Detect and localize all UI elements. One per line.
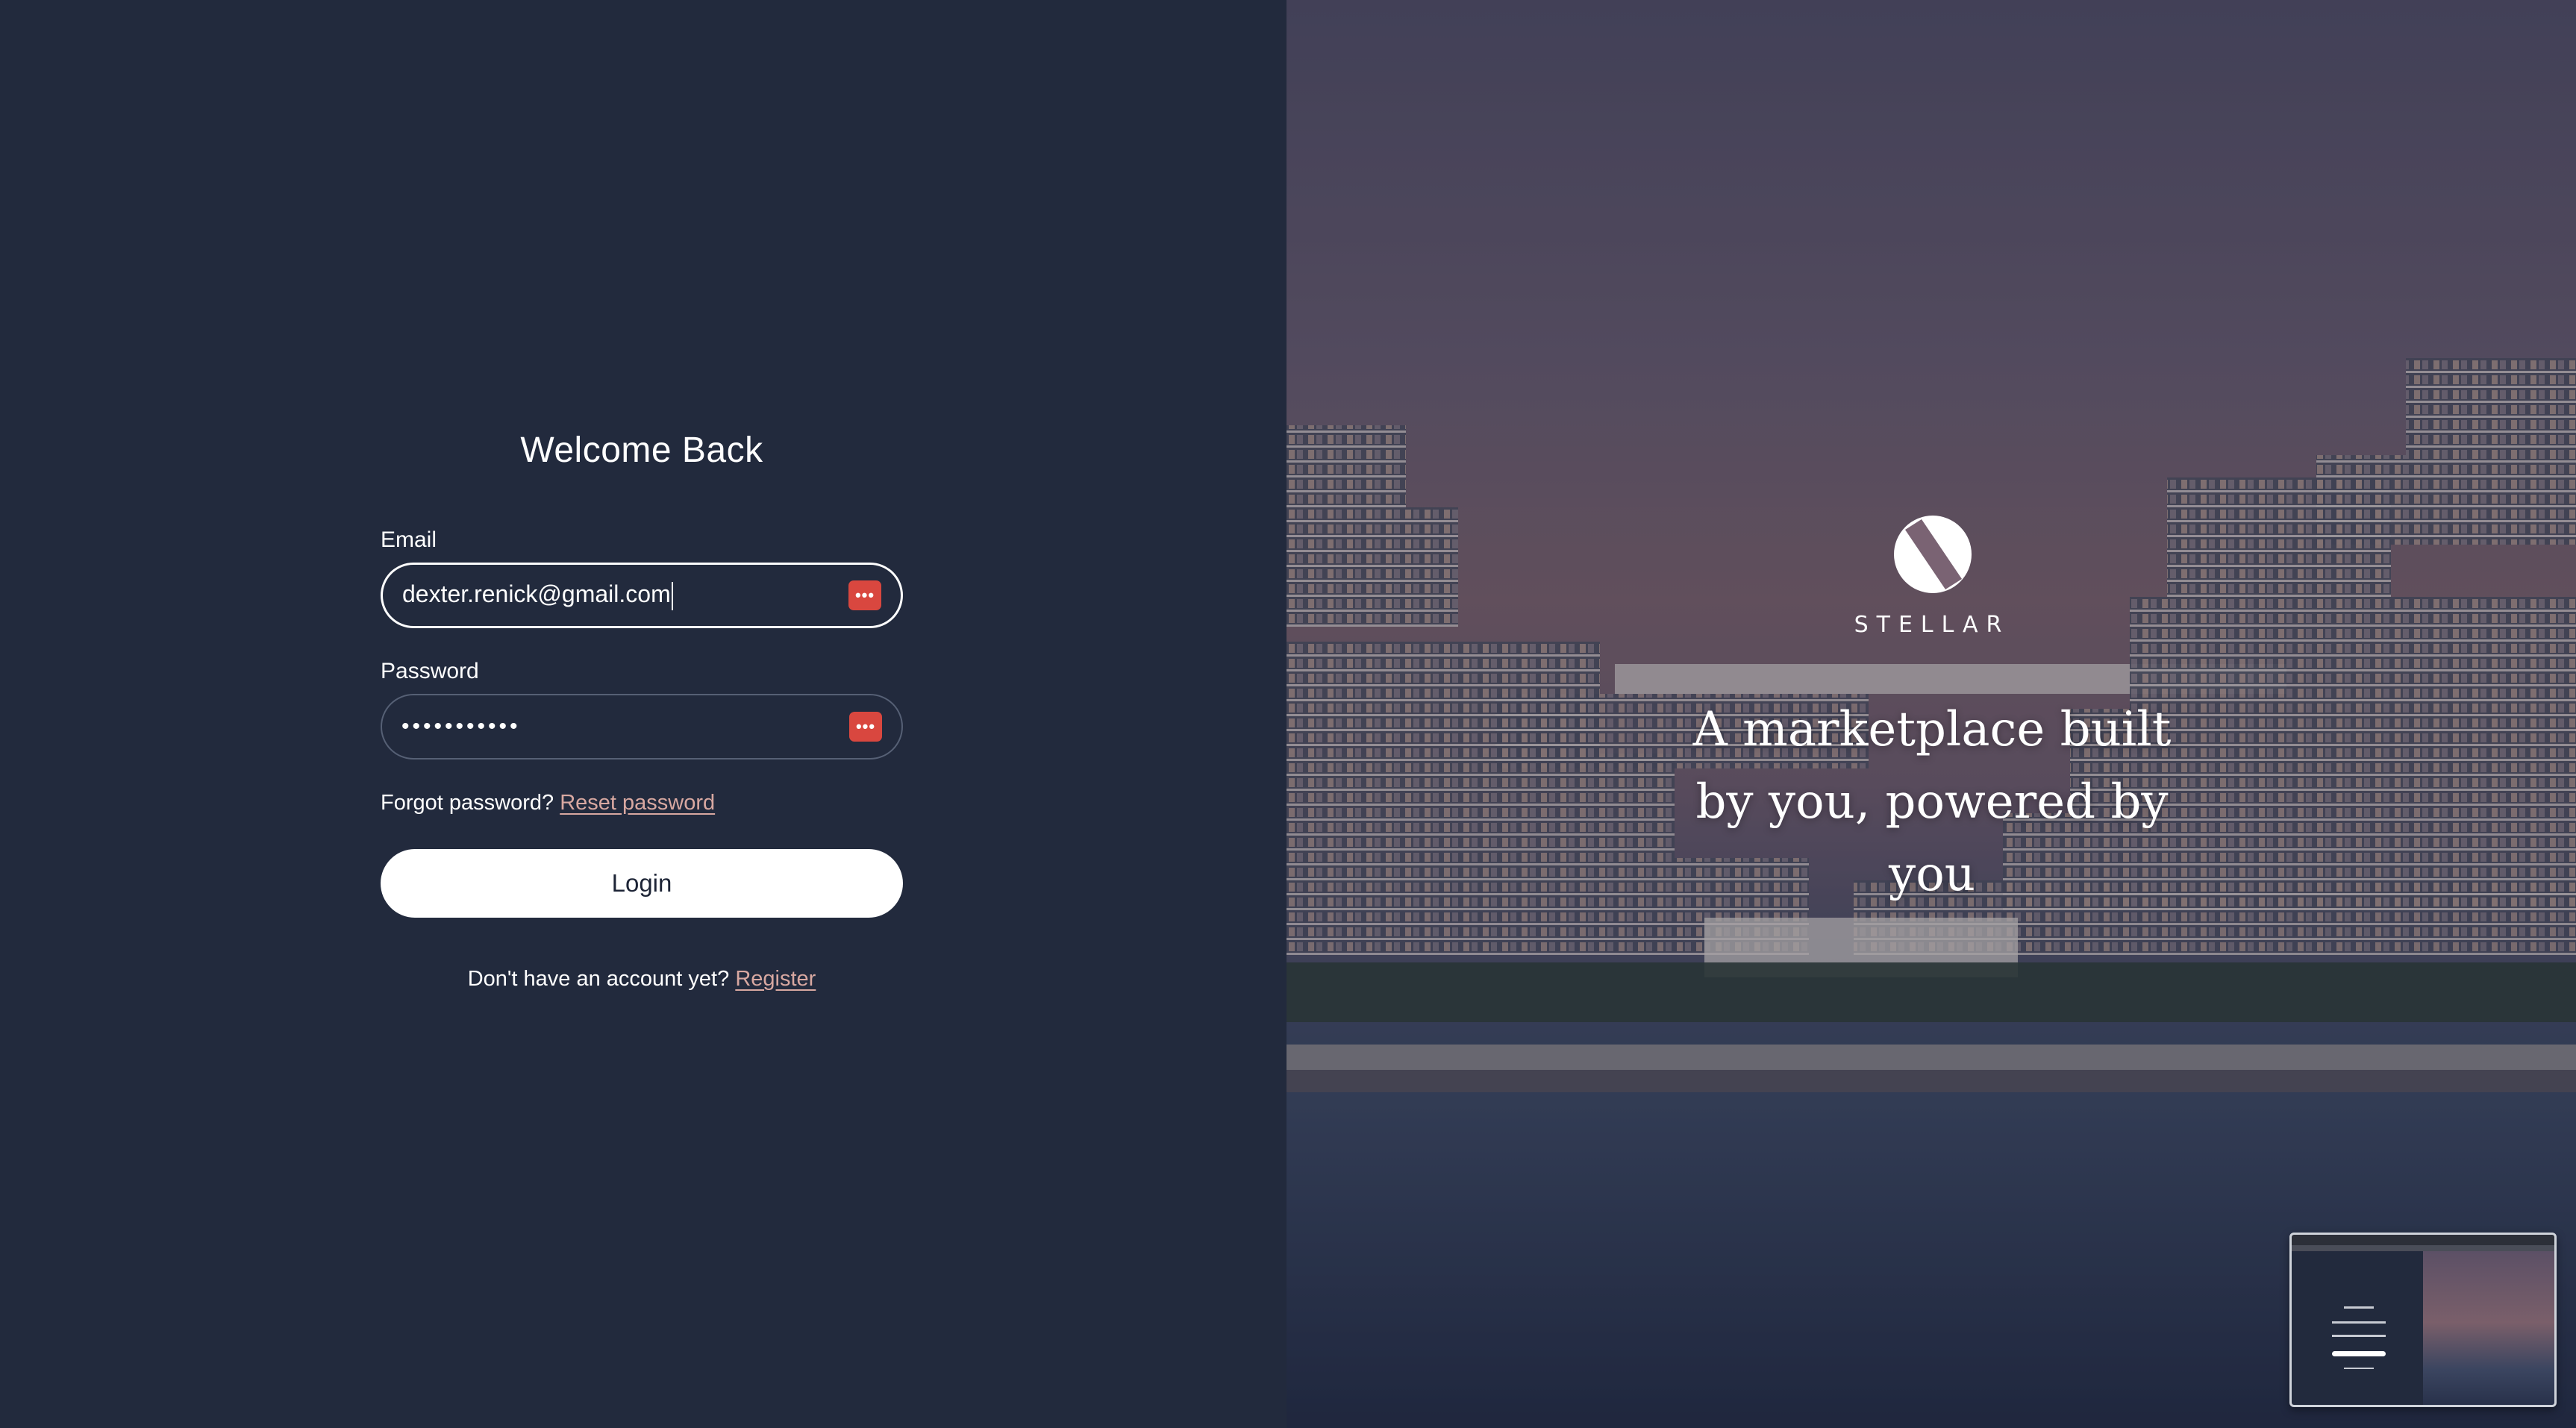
thumbnail-right	[2423, 1251, 2554, 1405]
thumbnail-field-line	[2332, 1321, 2386, 1324]
password-manager-icon[interactable]: •••	[848, 580, 881, 610]
forgot-password-text: Forgot password?	[381, 791, 554, 815]
brand-tagline: A marketplace built by you, powered by y…	[1692, 702, 2172, 902]
brand-name: STELLAR	[1854, 612, 2010, 638]
email-input[interactable]: dexter.renick@gmail.com	[402, 580, 848, 610]
screen-thumbnail[interactable]	[2289, 1233, 2557, 1407]
thumbnail-text-line	[2344, 1368, 2374, 1369]
register-prompt: Don't have an account yet?	[467, 967, 730, 991]
login-panel: Welcome Back Email dexter.renick@gmail.c…	[0, 0, 1287, 1428]
thumbnail-button	[2332, 1351, 2386, 1356]
page-title: Welcome Back	[520, 430, 763, 470]
hero-panel: STELLAR A marketplace built by you, powe…	[1287, 0, 2576, 1428]
stellar-logo-icon	[1894, 516, 1972, 593]
thumbnail-field-line	[2332, 1335, 2386, 1337]
thumbnail-titlebar	[2292, 1235, 2554, 1245]
email-label: Email	[381, 527, 437, 552]
register-row: Don't have an account yet? Register	[381, 967, 903, 992]
text-caret	[671, 581, 673, 610]
password-label: Password	[381, 659, 479, 683]
thumbnail-tabbar	[2292, 1245, 2554, 1251]
email-field[interactable]: dexter.renick@gmail.com •••	[381, 563, 903, 628]
login-button[interactable]: Login	[381, 849, 903, 918]
email-value: dexter.renick@gmail.com	[402, 580, 671, 608]
password-field[interactable]: ••••••••••• •••	[381, 694, 903, 760]
password-input[interactable]: •••••••••••	[401, 714, 849, 739]
forgot-password-row: Forgot password? Reset password	[381, 791, 715, 815]
reset-password-link[interactable]: Reset password	[560, 791, 715, 815]
password-manager-icon[interactable]: •••	[849, 712, 882, 742]
thumbnail-title-line	[2344, 1306, 2374, 1309]
register-link[interactable]: Register	[735, 967, 816, 991]
thumbnail-left	[2292, 1251, 2423, 1405]
